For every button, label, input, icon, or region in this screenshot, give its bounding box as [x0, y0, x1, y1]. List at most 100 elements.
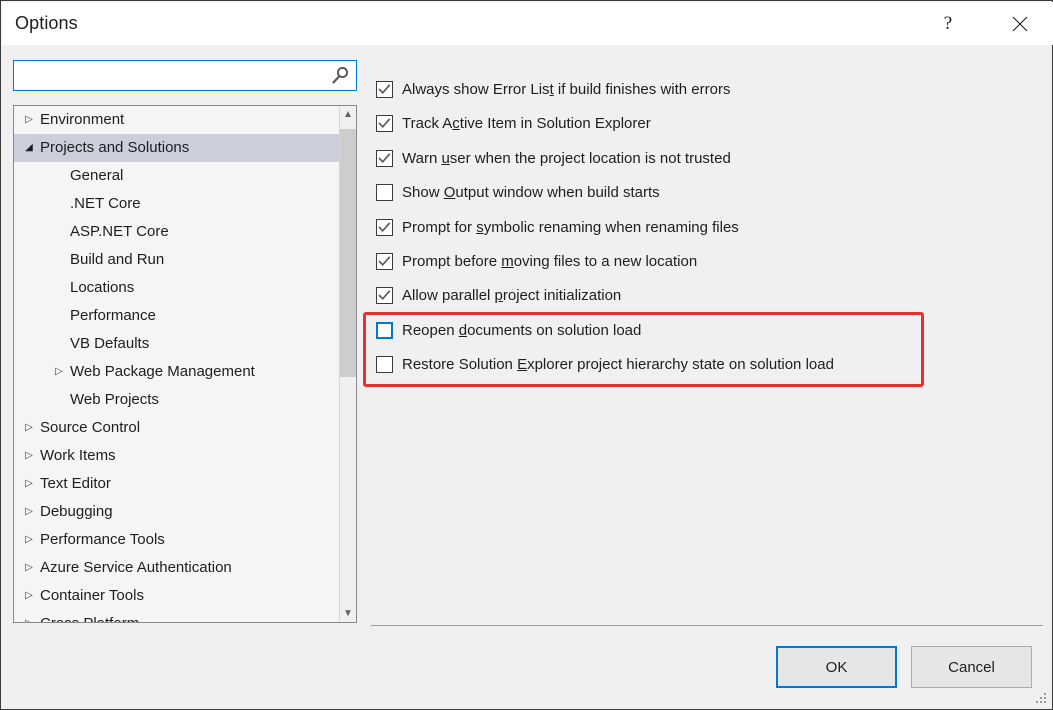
option-label: Reopen documents on solution load — [402, 318, 641, 343]
tree-item-performance-tools[interactable]: ▷Performance Tools — [14, 526, 339, 554]
checkmark-icon — [377, 116, 392, 131]
checkbox-unchecked[interactable] — [376, 356, 393, 373]
option-label: Show Output window when build starts — [402, 180, 660, 205]
tree-item-label: Performance — [70, 302, 156, 330]
tree-item-general[interactable]: General — [14, 162, 339, 190]
collapsed-triangle-icon[interactable]: ▷ — [22, 498, 36, 526]
tree-item-label: Web Package Management — [70, 358, 255, 386]
close-button[interactable] — [997, 2, 1043, 45]
option-label: Prompt before moving files to a new loca… — [402, 249, 697, 274]
options-list: Always show Error List if build finishes… — [371, 61, 1041, 621]
tree-item-label: Work Items — [40, 442, 116, 470]
cancel-button[interactable]: Cancel — [911, 646, 1032, 688]
collapsed-triangle-icon[interactable]: ▷ — [22, 414, 36, 442]
tree-item-label: Container Tools — [40, 582, 144, 610]
option-label-prefix: Track A — [402, 115, 452, 132]
tree-item-text-editor[interactable]: ▷Text Editor — [14, 470, 339, 498]
ok-button[interactable]: OK — [776, 646, 897, 688]
tree-scrollbar[interactable]: ▲ ▼ — [339, 106, 356, 622]
option-label-suffix: xplorer project hierarchy state on solut… — [527, 356, 834, 373]
option-label-suffix: ser when the project location is not tru… — [450, 150, 731, 167]
checkmark-icon — [377, 288, 392, 303]
option-label-suffix: ocuments on solution load — [467, 322, 641, 339]
search-input[interactable] — [14, 61, 322, 90]
tree-item-azure-service-authentication[interactable]: ▷Azure Service Authentication — [14, 554, 339, 582]
chevron-down-icon[interactable]: ▼ — [340, 605, 356, 622]
checkbox-unchecked[interactable] — [376, 322, 393, 339]
tree-item-performance[interactable]: Performance — [14, 302, 339, 330]
option-label: Always show Error List if build finishes… — [402, 77, 730, 102]
option-label-accelerator: p — [495, 287, 503, 304]
collapsed-triangle-icon[interactable]: ▷ — [22, 554, 36, 582]
dialog-title: Options — [15, 13, 78, 34]
tree-item-label: Text Editor — [40, 470, 111, 498]
tree-item-projects-and-solutions[interactable]: ◢Projects and Solutions — [14, 134, 339, 162]
settings-tree[interactable]: ▷Environment◢Projects and SolutionsGener… — [14, 106, 339, 622]
scrollbar-thumb[interactable] — [340, 129, 356, 377]
tree-item-container-tools[interactable]: ▷Container Tools — [14, 582, 339, 610]
option-label-prefix: Allow parallel — [402, 287, 495, 304]
collapsed-triangle-icon[interactable]: ▷ — [52, 358, 66, 386]
checkbox-checked[interactable] — [376, 287, 393, 304]
footer-separator — [371, 625, 1043, 626]
option-label-suffix: tive Item in Solution Explorer — [460, 115, 651, 132]
option-label-accelerator: d — [459, 322, 467, 339]
help-button[interactable]: ? — [925, 2, 971, 45]
chevron-up-icon[interactable]: ▲ — [340, 106, 356, 123]
tree-item-vb-defaults[interactable]: VB Defaults — [14, 330, 339, 358]
tree-item-label: Web Projects — [70, 386, 159, 414]
checkbox-checked[interactable] — [376, 115, 393, 132]
tree-item-source-control[interactable]: ▷Source Control — [14, 414, 339, 442]
tree-item-locations[interactable]: Locations — [14, 274, 339, 302]
option-label-suffix: roject initialization — [503, 287, 621, 304]
option-label-prefix: Warn — [402, 150, 441, 167]
option-label-accelerator: u — [441, 150, 449, 167]
tree-item-net-core[interactable]: .NET Core — [14, 190, 339, 218]
checkbox-checked[interactable] — [376, 219, 393, 236]
checkbox-checked[interactable] — [376, 253, 393, 270]
collapsed-triangle-icon[interactable]: ▷ — [22, 106, 36, 134]
checkbox-checked[interactable] — [376, 150, 393, 167]
option-label-accelerator: c — [452, 115, 460, 132]
option-label: Track Active Item in Solution Explorer — [402, 111, 651, 136]
tree-item-build-and-run[interactable]: Build and Run — [14, 246, 339, 274]
tree-item-label: General — [70, 162, 123, 190]
option-label-prefix: Reopen — [402, 322, 459, 339]
option-label-accelerator: s — [476, 219, 484, 236]
tree-item-label: VB Defaults — [70, 330, 149, 358]
search-box[interactable] — [13, 60, 357, 91]
tree-item-asp-net-core[interactable]: ASP.NET Core — [14, 218, 339, 246]
checkbox-unchecked[interactable] — [376, 184, 393, 201]
tree-item-label: Environment — [40, 106, 124, 134]
tree-item-cross-platform[interactable]: ▷Cross Platform — [14, 610, 339, 623]
tree-item-debugging[interactable]: ▷Debugging — [14, 498, 339, 526]
question-mark-icon: ? — [944, 13, 952, 34]
title-bar: Options ? — [2, 2, 1053, 45]
tree-item-label: Debugging — [40, 498, 113, 526]
tree-item-label: ASP.NET Core — [70, 218, 169, 246]
expanded-triangle-icon[interactable]: ◢ — [22, 134, 36, 162]
tree-item-label: Locations — [70, 274, 134, 302]
option-label-prefix: Show — [402, 184, 444, 201]
settings-tree-panel[interactable]: ▷Environment◢Projects and SolutionsGener… — [13, 105, 357, 623]
option-label-accelerator: E — [517, 356, 527, 373]
tree-item-web-package-management[interactable]: ▷Web Package Management — [14, 358, 339, 386]
option-label: Restore Solution Explorer project hierar… — [402, 352, 834, 377]
tree-item-label: .NET Core — [70, 190, 141, 218]
option-label: Allow parallel project initialization — [402, 283, 621, 308]
collapsed-triangle-icon[interactable]: ▷ — [22, 470, 36, 498]
checkmark-icon — [377, 82, 392, 97]
tree-item-label: Azure Service Authentication — [40, 554, 232, 582]
checkmark-icon — [377, 151, 392, 166]
search-icon[interactable] — [329, 65, 351, 87]
tree-item-environment[interactable]: ▷Environment — [14, 106, 339, 134]
close-icon — [1012, 16, 1028, 32]
collapsed-triangle-icon[interactable]: ▷ — [22, 526, 36, 554]
tree-item-work-items[interactable]: ▷Work Items — [14, 442, 339, 470]
collapsed-triangle-icon[interactable]: ▷ — [22, 442, 36, 470]
collapsed-triangle-icon[interactable]: ▷ — [22, 610, 36, 623]
checkbox-checked[interactable] — [376, 81, 393, 98]
resize-grip-icon[interactable] — [1036, 693, 1048, 705]
tree-item-web-projects[interactable]: Web Projects — [14, 386, 339, 414]
collapsed-triangle-icon[interactable]: ▷ — [22, 582, 36, 610]
